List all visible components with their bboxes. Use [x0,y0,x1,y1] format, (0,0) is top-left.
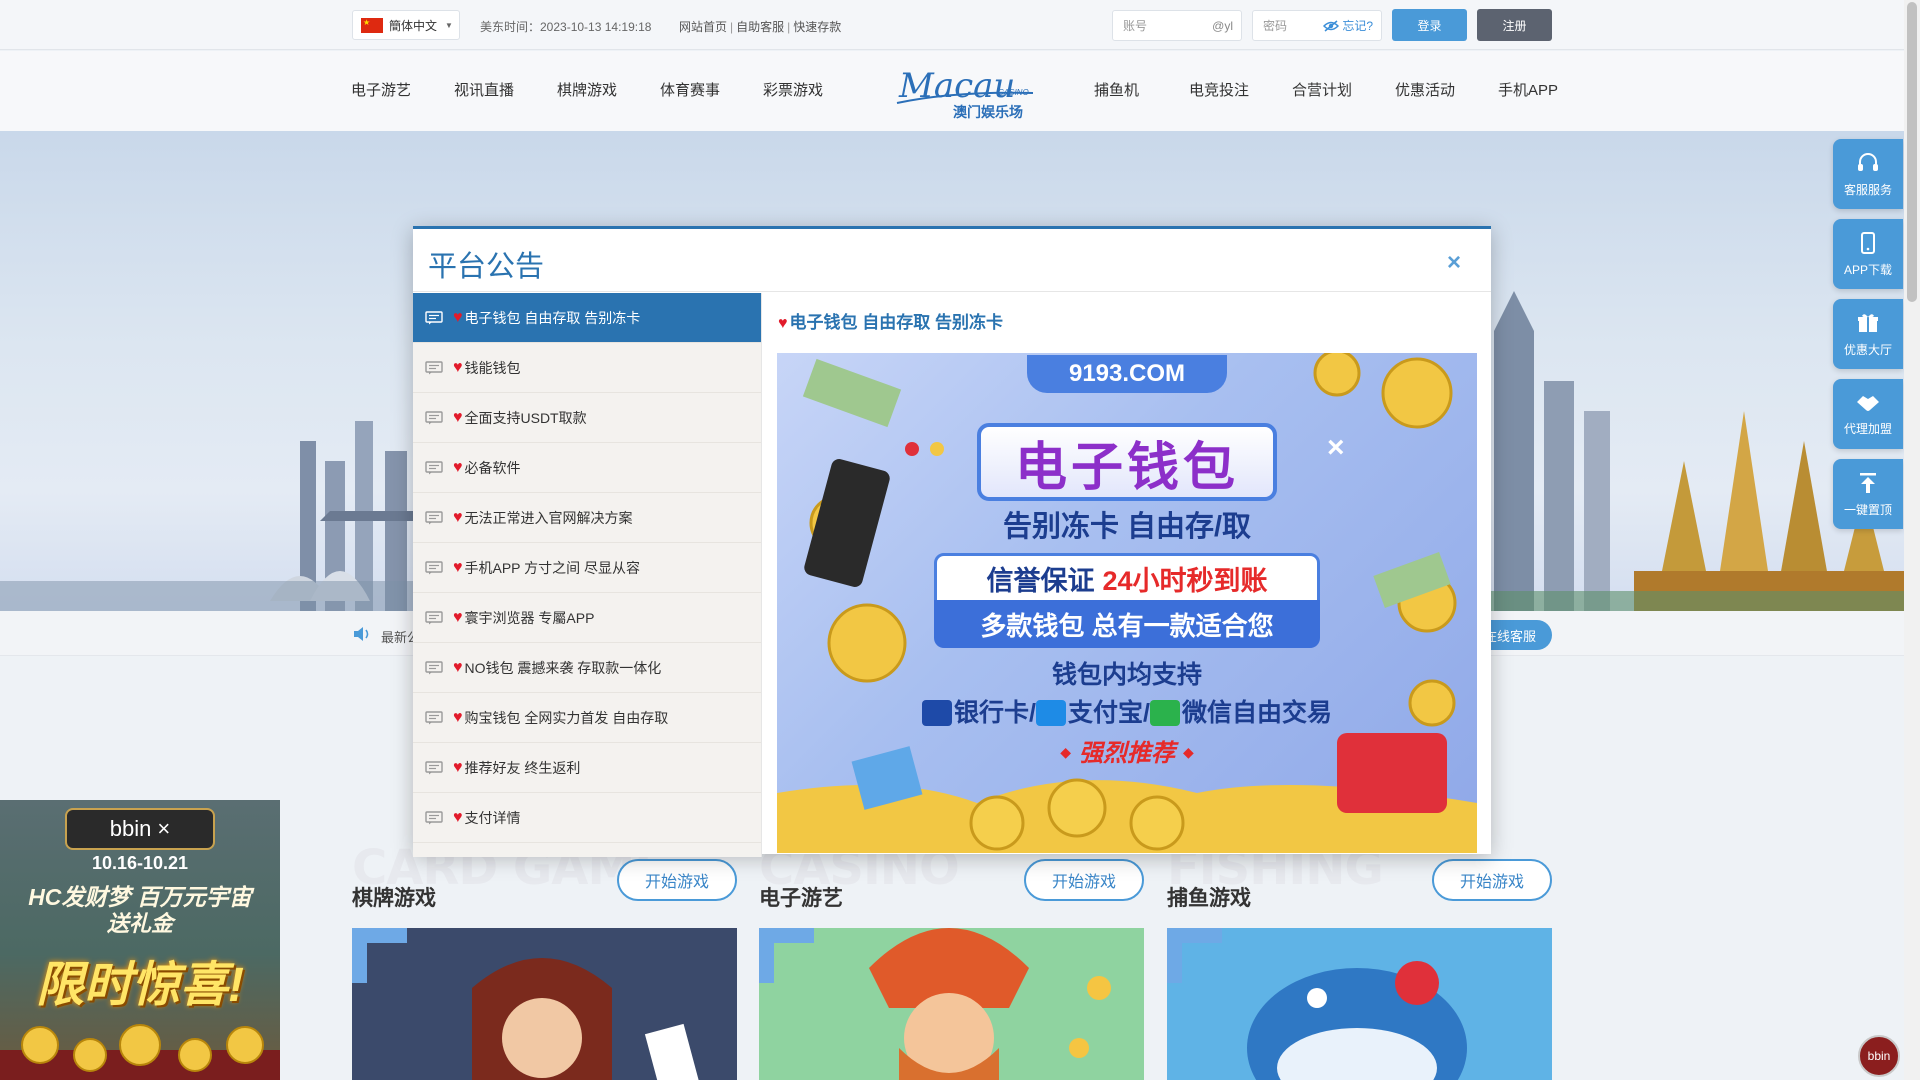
page-scrollbar[interactable] [1904,0,1920,1080]
heart-icon: ♥ [453,408,463,426]
announcement-item-label: 电子钱包 自由存取 告别冻卡 [464,309,641,326]
content-title-text: 电子钱包 自由存取 告别冻卡 [789,313,1003,332]
close-icon[interactable]: × [1447,249,1461,277]
announcement-item[interactable]: ♥ 电子钱包 自由存取 告别冻卡 [413,293,761,343]
announcement-list: ♥ 电子钱包 自由存取 告别冻卡 ♥ 钱能钱包 ♥ 全面支持USDT取款 ♥ 必备软件 ♥ 无法正… [413,293,761,857]
poster-guarantee: 信誉保证 24小时秒到账 [934,553,1320,603]
scrollbar-thumb[interactable] [1907,2,1917,302]
pay-tail: 自由交易 [1231,699,1332,727]
announcement-item-label: 寰宇浏览器 专屬APP [464,609,595,626]
pay-separator: / [1029,699,1036,727]
pay-alipay: 支付宝 [1067,699,1143,727]
diamond-icon: ◆ [1060,744,1071,760]
poster-subtitle: 告别冻卡 自由存/取 [1002,511,1252,543]
announcement-item-label: 手机APP 方寸之间 尽显从容 [464,559,641,576]
poster-payments: 银行卡/支付宝/微信自由交易 [777,693,1477,729]
heart-icon: ♥ [453,758,463,776]
heart-icon: ♥ [453,458,463,476]
message-icon [425,510,443,524]
message-icon [425,310,443,324]
recommend-text: 强烈推荐 [1079,740,1175,767]
heart-icon: ♥ [778,315,788,332]
message-icon [425,810,443,824]
announcement-item[interactable]: ♥ 支付详情 [413,793,761,843]
message-icon [425,410,443,424]
guarantee-text: 信誉保证 [986,565,1095,596]
pay-separator: / [1143,699,1150,727]
message-icon [425,760,443,774]
announcement-item-label: 无法正常进入官网解决方案 [464,509,633,526]
poster-x-icon: × [1327,431,1345,464]
modal-header: 平台公告 × [413,229,1491,292]
message-icon [425,710,443,724]
poster-domain: 9193.COM [1027,355,1227,393]
alipay-icon [1035,700,1066,726]
heart-icon: ♥ [453,708,463,726]
announcement-content-title: ♥ 电子钱包 自由存取 告别冻卡 [778,308,1003,333]
message-icon [425,560,443,574]
pay-wechat: 微信 [1181,699,1232,727]
announcement-item-label: 必备软件 [464,459,521,476]
announcement-item-label: 支付详情 [464,809,521,826]
diamond-icon: ◆ [1183,744,1194,760]
announcement-poster: 9193.COM 电子钱包 × 告别冻卡 自由存/取 信誉保证 24小时秒到账 多… [777,353,1477,853]
pay-bank: 银行卡 [954,699,1030,727]
heart-icon: ♥ [453,658,463,676]
announcement-item[interactable]: ♥ NO钱包 震撼来袭 存取款一体化 [413,643,761,693]
message-icon [425,660,443,674]
modal-title: 平台公告 [428,251,545,283]
poster-recommend: ◆ 强烈推荐 ◆ [777,733,1477,768]
announcement-item-label: 推荐好友 终生返利 [464,759,581,776]
announcement-modal: 平台公告 × ♥ 电子钱包 自由存取 告别冻卡 ♥ 钱能钱包 ♥ 全面支持USDT取款 ♥ 必… [413,226,1491,857]
announcement-item-label: 全面支持USDT取款 [464,409,587,426]
announcement-item-label: NO钱包 震撼来袭 存取款一体化 [464,659,662,676]
heart-icon: ♥ [453,808,463,826]
guarantee-highlight: 24小时秒到账 [1102,565,1268,596]
message-icon [425,610,443,624]
announcement-item[interactable]: ♥ 推荐好友 终生返利 [413,743,761,793]
poster-support: 钱包内均支持 [1051,661,1202,689]
announcement-item-label: 购宝钱包 全网实力首发 自由存取 [464,709,669,726]
announcement-item[interactable]: ♥ 必备软件 [413,443,761,493]
announcement-item-label: 钱能钱包 [464,359,521,376]
poster-wallets: 多款钱包 总有一款适合您 [934,600,1320,648]
announcement-item[interactable]: ♥ 手机APP 方寸之间 尽显从容 [413,543,761,593]
announcement-item[interactable]: ♥ 寰宇浏览器 专屬APP [413,593,761,643]
unionpay-icon [922,700,953,726]
announcement-item[interactable]: ♥ 钱能钱包 [413,343,761,393]
wechat-icon [1149,700,1180,726]
announcement-item[interactable]: ♥ 无法正常进入官网解决方案 [413,493,761,543]
poster-main-title: 电子钱包 [977,423,1277,501]
heart-icon: ♥ [453,608,463,626]
heart-icon: ♥ [453,308,463,326]
announcement-content: ♥ 电子钱包 自由存取 告别冻卡 9193.COM 电子钱包 × 告别冻卡 自由… [761,293,1491,857]
message-icon [425,360,443,374]
message-icon [425,460,443,474]
announcement-item[interactable]: ♥ 购宝钱包 全网实力首发 自由存取 [413,693,761,743]
heart-icon: ♥ [453,558,463,576]
heart-icon: ♥ [453,358,463,376]
heart-icon: ♥ [453,508,463,526]
announcement-item[interactable]: ♥ 全面支持USDT取款 [413,393,761,443]
